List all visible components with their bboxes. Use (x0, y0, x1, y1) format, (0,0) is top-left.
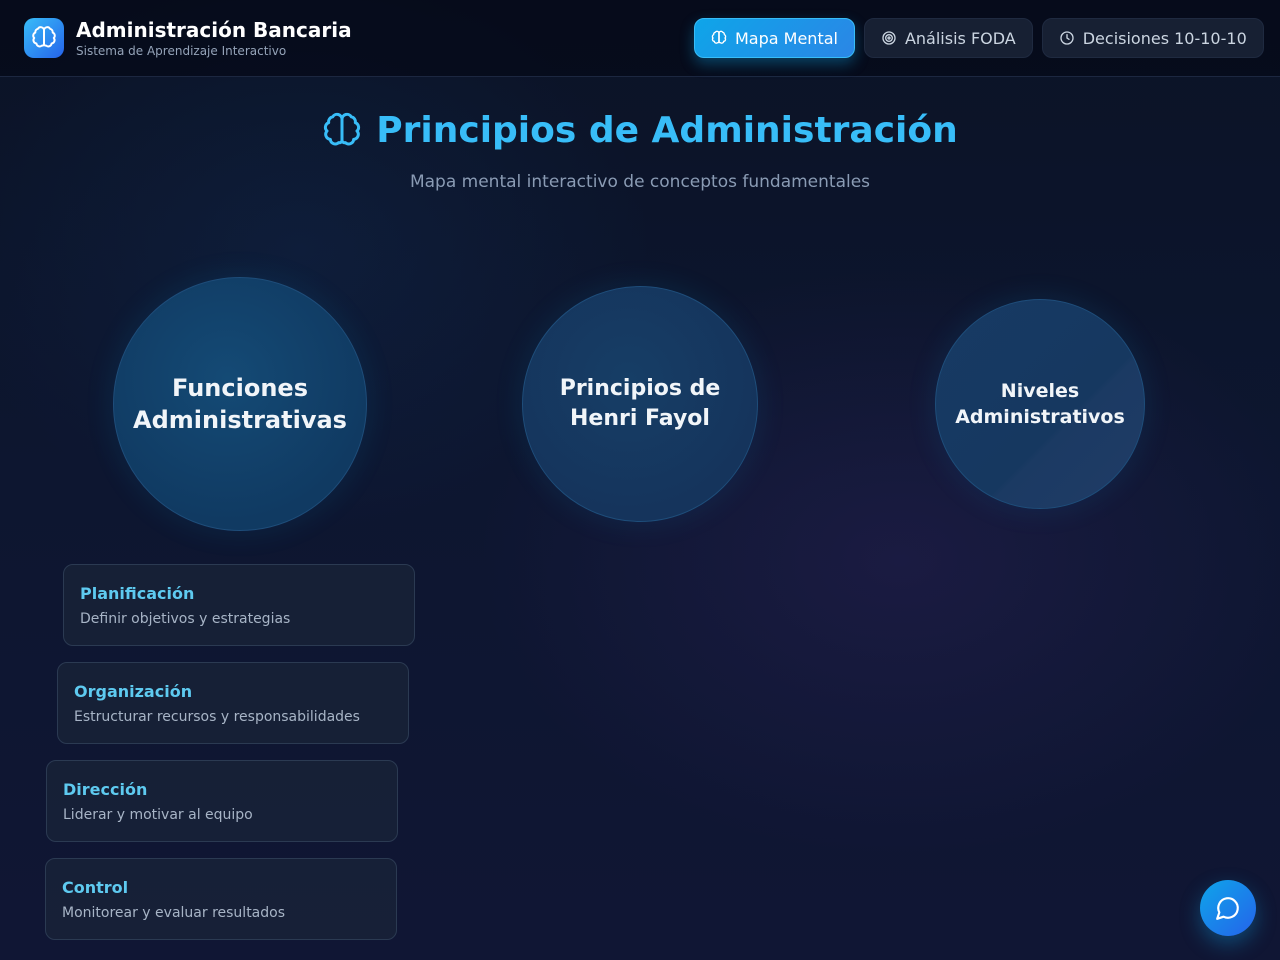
card-title: Organización (74, 682, 193, 701)
main-nav: Mapa Mental Análisis FODA Decisiones 10-… (694, 18, 1264, 58)
nav-analisis-foda-button[interactable]: Análisis FODA (863, 18, 1033, 58)
mindmap-node-principios-fayol[interactable]: Principios de Henri Fayol (522, 286, 758, 522)
page-subtitle: Mapa mental interactivo de conceptos fun… (409, 172, 871, 192)
subitem-card-direccion[interactable]: Dirección Liderar y motivar al equipo (46, 760, 398, 842)
clock-icon (1059, 30, 1075, 46)
subitem-card-organizacion[interactable]: Organización Estructurar recursos y resp… (57, 662, 409, 744)
brand-logo[interactable] (24, 18, 64, 58)
card-description: Liderar y motivar al equipo (63, 807, 253, 823)
card-title: Control (62, 878, 129, 897)
card-title: Dirección (63, 780, 148, 799)
brain-icon (322, 111, 362, 151)
nav-label: Mapa Mental (735, 28, 838, 48)
node-label: Funciones Administrativas (133, 374, 347, 434)
card-description: Definir objetivos y estrategias (80, 611, 291, 627)
mindmap-node-niveles-administrativos[interactable]: Niveles Administrativos (935, 299, 1145, 509)
subitem-card-control[interactable]: Control Monitorear y evaluar resultados (45, 858, 397, 940)
chat-button[interactable] (1200, 880, 1256, 936)
chat-bubble-icon (1215, 895, 1241, 921)
brain-icon (31, 25, 57, 51)
node-label: Niveles Administrativos (955, 380, 1125, 428)
node-label: Principios de Henri Fayol (559, 376, 721, 431)
app-subtitle: Sistema de Aprendizaje Interactivo (76, 44, 287, 58)
nav-decisiones-button[interactable]: Decisiones 10-10-10 (1041, 18, 1264, 58)
card-description: Estructurar recursos y responsabilidades (74, 709, 360, 725)
mindmap-node-funciones-administrativas[interactable]: Funciones Administrativas (113, 277, 367, 531)
brain-icon (711, 30, 727, 46)
top-bar: Administración Bancaria Sistema de Apren… (0, 0, 1280, 77)
hero-heading: Principios de Administración (0, 110, 1280, 151)
nav-label: Análisis FODA (904, 28, 1016, 48)
nav-label: Decisiones 10-10-10 (1082, 28, 1247, 48)
card-title: Planificación (80, 584, 195, 603)
page-title: Principios de Administración (376, 110, 958, 151)
nav-mapa-mental-button[interactable]: Mapa Mental (694, 18, 855, 58)
app-title: Administración Bancaria (76, 18, 352, 42)
card-description: Monitorear y evaluar resultados (62, 905, 286, 921)
target-icon (881, 30, 897, 46)
subitem-card-planificacion[interactable]: Planificación Definir objetivos y estrat… (63, 564, 415, 646)
